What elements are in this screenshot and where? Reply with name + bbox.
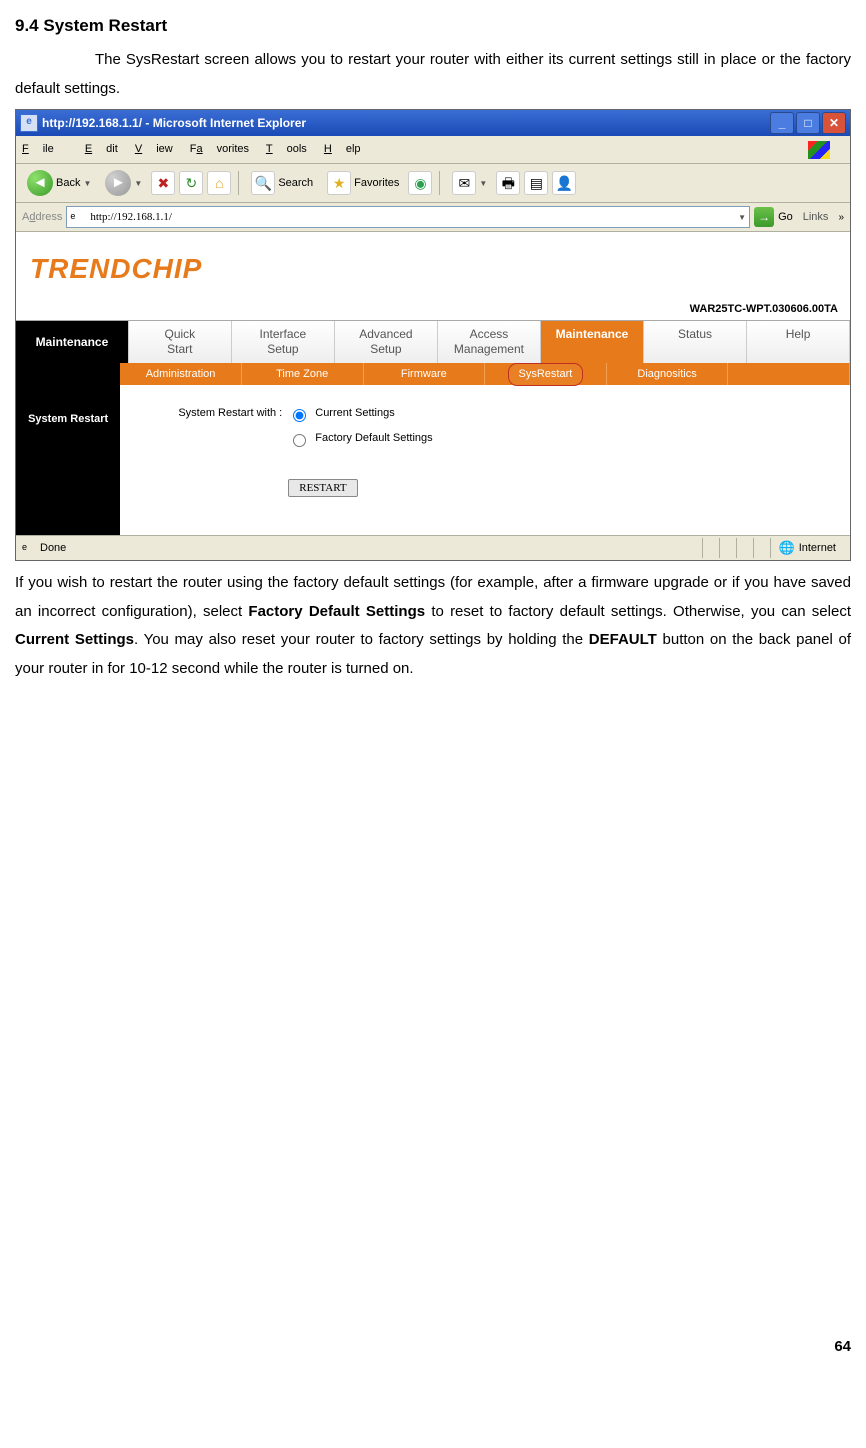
- tab-access-management[interactable]: AccessManagement: [438, 321, 541, 363]
- toolbar: ◄ Back ▼ ► ▼ ✖ ↻ ⌂ 🔍 Search ★ Favorites …: [16, 164, 850, 203]
- go-button[interactable]: →: [754, 207, 774, 227]
- back-arrow-icon: ◄: [27, 170, 53, 196]
- forward-arrow-icon: ►: [105, 170, 131, 196]
- search-icon: 🔍: [251, 171, 275, 195]
- links-chevron-icon[interactable]: »: [838, 208, 844, 227]
- star-icon: ★: [327, 171, 351, 195]
- status-cell-1: [702, 538, 719, 558]
- page-icon: e: [20, 114, 38, 132]
- menu-favorites[interactable]: Favorites: [190, 143, 249, 155]
- search-button[interactable]: 🔍 Search: [246, 169, 318, 197]
- brand-logo: TRENDCHIP: [16, 232, 850, 299]
- restart-form: System Restart with : Current Settings F…: [120, 385, 850, 535]
- tab-maintenance[interactable]: Maintenance: [541, 321, 644, 363]
- status-cell-3: [736, 538, 753, 558]
- browser-screenshot: e http://192.168.1.1/ - Microsoft Intern…: [15, 109, 851, 561]
- option-factory-default: Factory Default Settings: [315, 428, 432, 449]
- mail-button[interactable]: ✉▼: [447, 169, 492, 197]
- status-cell-2: [719, 538, 736, 558]
- home-icon[interactable]: ⌂: [207, 171, 231, 195]
- subtab-empty: [728, 363, 850, 385]
- internet-zone-icon: 🌐: [779, 536, 795, 561]
- subtab-time-zone[interactable]: Time Zone: [242, 363, 364, 385]
- media-icon[interactable]: ◉: [408, 171, 432, 195]
- status-cell-4: [753, 538, 770, 558]
- status-zone: 🌐 Internet: [770, 538, 845, 558]
- maximize-button[interactable]: □: [796, 112, 820, 134]
- menu-file[interactable]: File: [22, 143, 68, 155]
- toolbar-divider: [238, 171, 239, 195]
- restart-button[interactable]: RESTART: [288, 479, 357, 497]
- intro-paragraph: The SysRestart screen allows you to rest…: [15, 46, 851, 103]
- side-panel-title: System Restart: [16, 385, 120, 535]
- forward-button[interactable]: ► ▼: [100, 168, 147, 198]
- url-dropdown-icon[interactable]: ▼: [738, 210, 746, 225]
- minimize-button[interactable]: _: [770, 112, 794, 134]
- url-input[interactable]: [88, 210, 734, 224]
- firmware-version: WAR25TC-WPT.030606.00TA: [16, 299, 850, 320]
- subtab-administration[interactable]: Administration: [120, 363, 242, 385]
- mail-icon: ✉: [452, 171, 476, 195]
- status-done: Done: [40, 538, 66, 559]
- status-bar: e Done 🌐 Internet: [16, 535, 850, 560]
- restart-with-label: System Restart with :: [132, 403, 282, 424]
- status-page-icon: e: [22, 541, 36, 555]
- tab-help[interactable]: Help: [747, 321, 850, 363]
- subtab-diagnostics[interactable]: Diagnositics: [607, 363, 729, 385]
- go-label: Go: [778, 207, 793, 228]
- close-button[interactable]: ✕: [822, 112, 846, 134]
- menu-help[interactable]: Help: [324, 143, 361, 155]
- router-page: TRENDCHIP WAR25TC-WPT.030606.00TA Mainte…: [16, 232, 850, 535]
- option-current-settings: Current Settings: [315, 403, 394, 424]
- radio-current-settings[interactable]: [293, 409, 306, 422]
- tab-interface-setup[interactable]: InterfaceSetup: [232, 321, 335, 363]
- url-field-container[interactable]: e ▼: [66, 206, 750, 228]
- tab-status[interactable]: Status: [644, 321, 747, 363]
- subtab-firmware[interactable]: Firmware: [364, 363, 486, 385]
- refresh-icon[interactable]: ↻: [179, 171, 203, 195]
- subtab-spacer: [16, 363, 120, 385]
- menu-bar: File Edit View Favorites Tools Help: [16, 136, 850, 164]
- sub-tabs: Administration Time Zone Firmware SysRes…: [16, 363, 850, 385]
- print-icon[interactable]: 🖶: [496, 171, 520, 195]
- window-titlebar: e http://192.168.1.1/ - Microsoft Intern…: [16, 110, 850, 136]
- tab-side-maintenance: Maintenance: [16, 321, 129, 363]
- windows-flag-icon: [808, 141, 830, 159]
- window-title: http://192.168.1.1/ - Microsoft Internet…: [42, 112, 306, 135]
- tab-quick-start[interactable]: QuickStart: [129, 321, 232, 363]
- menu-edit[interactable]: Edit: [85, 143, 118, 155]
- toolbar-divider-2: [439, 171, 440, 195]
- menu-view[interactable]: View: [135, 143, 173, 155]
- page-number: 64: [15, 1333, 851, 1362]
- messenger-icon[interactable]: 👤: [552, 171, 576, 195]
- section-heading: 9.4 System Restart: [15, 10, 851, 42]
- tab-advanced-setup[interactable]: AdvancedSetup: [335, 321, 438, 363]
- radio-factory-default[interactable]: [293, 434, 306, 447]
- edit-icon[interactable]: ▤: [524, 171, 548, 195]
- menu-tools[interactable]: Tools: [266, 143, 307, 155]
- subtab-sysrestart[interactable]: SysRestart: [485, 363, 607, 385]
- url-page-icon: e: [70, 210, 84, 224]
- links-label[interactable]: Links: [797, 207, 835, 228]
- back-button[interactable]: ◄ Back ▼: [22, 168, 96, 198]
- stop-icon[interactable]: ✖: [151, 171, 175, 195]
- address-bar: Address e ▼ → Go Links »: [16, 203, 850, 232]
- favorites-button[interactable]: ★ Favorites: [322, 169, 404, 197]
- after-paragraph: If you wish to restart the router using …: [15, 569, 851, 683]
- main-tabs: Maintenance QuickStart InterfaceSetup Ad…: [16, 320, 850, 363]
- address-label: Address: [22, 207, 62, 228]
